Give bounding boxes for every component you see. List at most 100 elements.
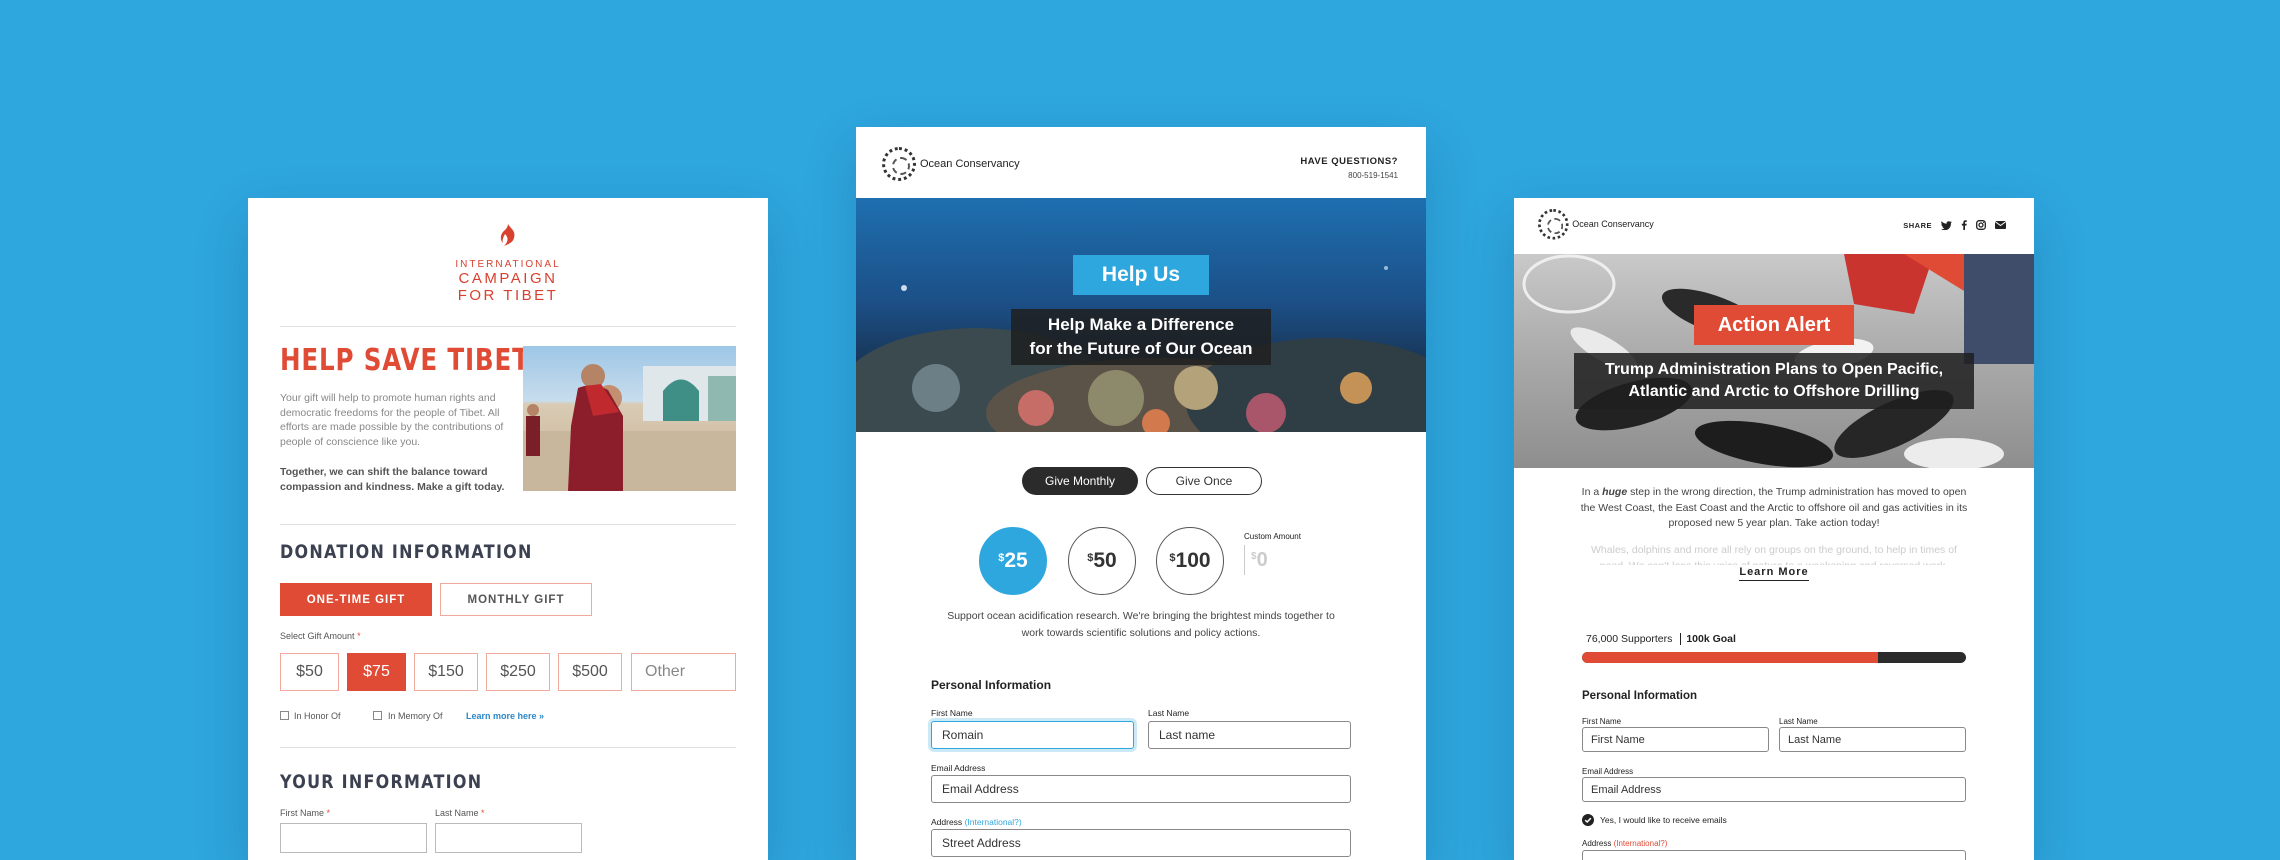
amount-100-button[interactable]: $100 [1156,527,1224,595]
email-opt-in[interactable]: Yes, I would like to receive emails [1582,814,1727,826]
ocean-conservancy-mark-icon [882,147,916,181]
learn-more-link[interactable]: Learn more here » [466,711,544,721]
address-label: Address (International?) [1582,839,1667,848]
amount-25-value: 25 [1004,549,1028,572]
custom-amount-label: Custom Amount [1244,532,1301,541]
required-mark: * [481,808,485,818]
alert-body-text: In a huge step in the wrong direction, t… [1579,485,1969,532]
monthly-gift-button[interactable]: MONTHLY GIFT [440,583,592,616]
tibet-logo: INTERNATIONAL CAMPAIGN FOR TIBET [248,224,768,304]
one-time-gift-button[interactable]: ONE-TIME GIFT [280,583,432,616]
amount-150-button[interactable]: $150 [414,653,478,691]
email-label: Email Address [1582,767,1634,776]
first-name-label: First Name * [280,808,330,818]
other-amount-input[interactable]: Other [631,653,736,691]
flame-icon [500,224,515,246]
last-name-input[interactable]: Last name [1148,721,1351,749]
phone-number[interactable]: 800-519-1541 [1300,171,1398,180]
amount-50-value: 50 [1093,549,1117,572]
amount-75-button[interactable]: $75 [347,653,406,691]
address-input[interactable] [1582,850,1966,860]
email-icon[interactable] [1995,221,2006,229]
hero-headline: Trump Administration Plans to Open Pacif… [1574,353,1974,409]
last-name-input[interactable] [435,823,582,853]
last-name-label: Last Name * [435,808,485,818]
give-once-tab[interactable]: Give Once [1146,467,1262,495]
international-link[interactable]: (International?) [1614,839,1668,848]
personal-info-heading: Personal Information [1582,690,1698,702]
personal-info-heading: Personal Information [931,678,1052,692]
amount-250-button[interactable]: $250 [486,653,550,691]
questions-label: HAVE QUESTIONS? [1300,156,1398,167]
body-prefix: In a [1581,486,1600,498]
org-name: Ocean Conservancy [920,158,1020,170]
contact-block: HAVE QUESTIONS? 800-519-1541 [1300,156,1398,180]
last-name-input[interactable]: Last Name [1779,727,1966,752]
your-info-heading: YOUR INFORMATION [280,771,483,793]
hero-tag: Help Us [1073,255,1209,295]
org-name: Ocean Conservancy [1572,219,1654,230]
share-bar: SHARE [1903,220,2006,230]
learn-more-toggle[interactable]: Learn More [1514,562,2034,581]
first-name-label: First Name [1582,717,1622,726]
address-label-text: Address [931,817,963,827]
amount-500-button[interactable]: $500 [558,653,622,691]
facebook-icon[interactable] [1961,220,1967,230]
hero-image: Action Alert Trump Administration Plans … [1514,254,2034,468]
select-gift-label-text: Select Gift Amount [280,631,355,641]
last-name-label-text: Last Name [435,808,479,818]
logo-line-1: INTERNATIONAL [455,259,561,270]
first-name-input[interactable] [280,823,427,853]
monks-photo [523,346,736,491]
hero-line-1: Trump Administration Plans to Open Pacif… [1604,361,1944,378]
action-alert-card: Ocean Conservancy SHARE Action Alert Tru… [1514,198,2034,860]
first-name-input[interactable]: First Name [1582,727,1769,752]
amount-50-button[interactable]: $50 [280,653,339,691]
international-link[interactable]: (International?) [965,817,1022,827]
hero-image: Help Us Help Make a Difference for the F… [856,198,1426,432]
divider [280,326,736,327]
address-label-text: Address [1582,839,1612,848]
custom-amount-input[interactable]: $0 [1244,545,1292,575]
hero-tag: Action Alert [1694,305,1854,345]
amount-100-value: 100 [1175,549,1211,572]
intro-text: Your gift will help to promote human rig… [280,392,504,448]
body-emphasis: huge [1602,486,1628,498]
twitter-icon[interactable] [1941,220,1952,230]
hero-line-1: Help Make a Difference [1047,315,1235,334]
divider [280,524,736,525]
email-label: Email Address [931,763,986,773]
progress-fill [1582,652,1878,663]
body-rest: step in the wrong direction, the Trump a… [1580,486,1968,529]
last-name-label: Last Name [1148,708,1190,718]
checkmark-circle-icon[interactable] [1582,814,1594,826]
ocean-conservancy-mark-icon [1538,209,1569,240]
in-memory-checkbox[interactable] [373,711,382,720]
street-address-input[interactable]: Street Address [931,829,1351,857]
share-label: SHARE [1903,220,1932,230]
progress-bar [1582,652,1966,663]
instagram-icon[interactable] [1976,220,1986,230]
give-monthly-tab[interactable]: Give Monthly [1022,467,1138,495]
supporter-count: 76,000 Supporters 100k Goal [1586,633,1736,645]
email-input[interactable]: Email Address [1582,777,1966,802]
page-title: HELP SAVE TIBET [280,343,530,378]
last-name-label: Last Name [1779,717,1818,726]
email-input[interactable]: Email Address [931,775,1351,803]
opt-in-label: Yes, I would like to receive emails [1600,815,1727,825]
address-label: Address (International?) [931,817,1022,827]
first-name-label: First Name [931,708,973,718]
hero-headline: Help Make a Difference for the Future of… [1011,309,1271,365]
donation-heading: DONATION INFORMATION [280,541,533,563]
select-gift-label: Select Gift Amount * [280,631,361,641]
first-name-input[interactable]: Romain [931,721,1134,749]
hero-line-2: for the Future of Our Ocean [1029,339,1253,358]
in-honor-checkbox[interactable] [280,711,289,720]
goal-text: 100k Goal [1686,633,1736,645]
ocean-donation-card: Ocean Conservancy HAVE QUESTIONS? 800-51… [856,127,1426,860]
learn-more-label[interactable]: Learn More [1739,566,1809,581]
logo-line-2: CAMPAIGN [458,270,558,287]
amount-25-button[interactable]: $25 [979,527,1047,595]
intro-bold-text: Together, we can shift the balance towar… [280,466,505,493]
amount-50-button[interactable]: $50 [1068,527,1136,595]
